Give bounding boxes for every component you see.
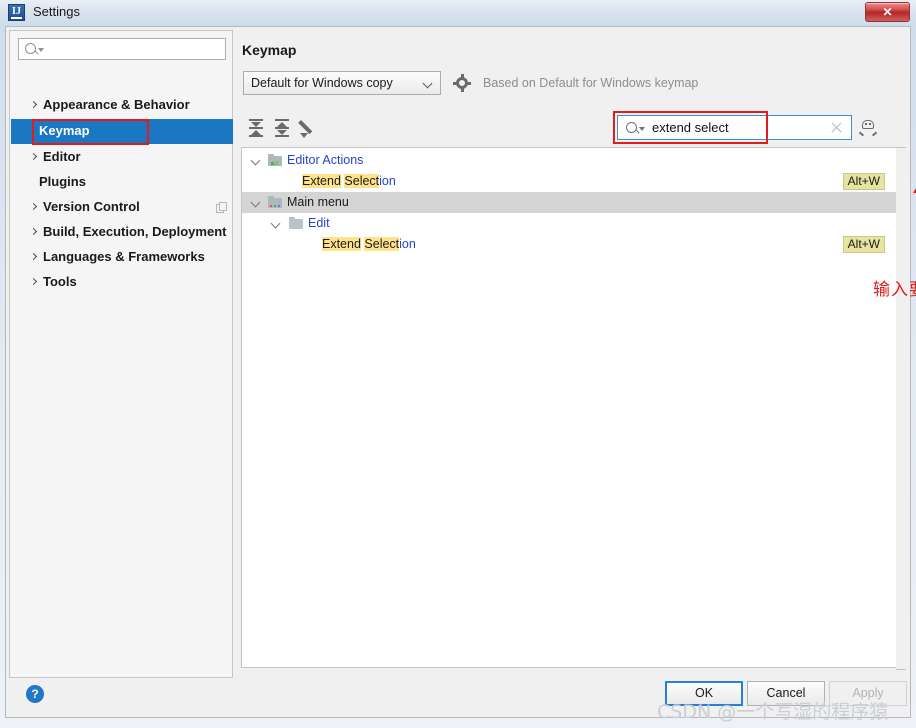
based-on-text: Based on Default for Windows keymap xyxy=(483,76,699,90)
find-by-shortcut-icon[interactable] xyxy=(859,119,877,137)
sidebar-item-appearance-behavior[interactable]: Appearance & Behavior xyxy=(11,93,233,118)
sidebar-search-box[interactable] xyxy=(18,38,226,60)
tree-row[interactable]: Main menu xyxy=(242,192,896,213)
expand-all-icon[interactable] xyxy=(247,119,265,137)
tree-row[interactable]: Extend Selection Alt+W xyxy=(242,234,896,255)
ok-button[interactable]: OK xyxy=(665,681,743,706)
tree-row-label-rest: ion xyxy=(399,237,416,251)
folder-green-icon xyxy=(268,154,282,166)
app-icon-letters: IJ xyxy=(12,6,21,17)
keymap-pane: Keymap Default for Windows copy Based on… xyxy=(237,30,916,678)
sidebar-item-editor[interactable]: Editor xyxy=(11,145,233,170)
dialog-footer: ? OK Cancel Apply xyxy=(6,677,912,717)
match-highlight: Extend xyxy=(322,237,361,251)
match-highlight: Select xyxy=(344,174,380,188)
sidebar-item-build-execution-deployment[interactable]: Build, Execution, Deployment xyxy=(11,220,233,245)
sidebar-item-tools[interactable]: Tools xyxy=(11,270,233,295)
cancel-button[interactable]: Cancel xyxy=(747,681,825,706)
chevron-right-icon xyxy=(29,152,38,161)
app-icon-underbar xyxy=(11,17,22,19)
settings-dialog: Appearance & Behavior Keymap Editor Plug… xyxy=(5,26,916,718)
sidebar-item-label: Version Control xyxy=(43,199,140,214)
chevron-right-icon xyxy=(29,277,38,286)
sidebar-item-label: Appearance & Behavior xyxy=(43,97,190,112)
keymap-search-box[interactable] xyxy=(617,115,852,140)
chevron-down-icon xyxy=(422,78,433,89)
annotation-text: 输入要查找的操作 xyxy=(873,280,916,300)
window-title: Settings xyxy=(33,4,80,19)
keymap-search-input[interactable] xyxy=(650,119,820,136)
tree-row-label: Main menu xyxy=(287,195,349,209)
shortcut-badge: Alt+W xyxy=(842,236,885,253)
sidebar-item-keymap[interactable]: Keymap xyxy=(11,119,233,144)
close-icon[interactable]: ✕ xyxy=(865,2,910,22)
folder-icon xyxy=(289,217,303,229)
sidebar-item-plugins[interactable]: Plugins xyxy=(11,170,233,195)
sidebar-item-label: Languages & Frameworks xyxy=(43,249,205,264)
sidebar-item-label: Plugins xyxy=(39,174,86,189)
chevron-down-icon[interactable] xyxy=(250,155,261,166)
keymap-select-value: Default for Windows copy xyxy=(251,76,393,90)
tree-row-label-rest: ion xyxy=(379,174,396,188)
copy-icon[interactable] xyxy=(216,202,227,213)
tree-row[interactable]: Extend Selection Alt+W xyxy=(242,171,896,192)
sidebar-search-input[interactable] xyxy=(47,41,217,57)
tree-row-label: Extend Selection xyxy=(302,174,396,188)
sidebar-item-version-control[interactable]: Version Control xyxy=(11,195,233,220)
sidebar-item-languages-frameworks[interactable]: Languages & Frameworks xyxy=(11,245,233,270)
sidebar-item-label: Tools xyxy=(43,274,77,289)
sidebar-item-label: Keymap xyxy=(39,123,90,138)
collapse-all-icon[interactable] xyxy=(273,119,291,137)
sidebar-item-label: Editor xyxy=(43,149,81,164)
keymap-toolbar-and-tree: Editor Actions Extend Selection Alt+W xyxy=(239,110,906,670)
settings-window: IJ Settings ✕ Appearance & Behavior Keym… xyxy=(0,0,916,728)
tree-row[interactable]: Editor Actions xyxy=(242,150,896,171)
chevron-right-icon xyxy=(29,252,38,261)
chevron-right-icon xyxy=(29,227,38,236)
chevron-down-icon xyxy=(639,127,645,131)
tree-scrollbar[interactable] xyxy=(896,147,906,670)
chevron-right-icon xyxy=(29,100,38,109)
shortcut-badge: Alt+W xyxy=(842,173,885,190)
apply-button: Apply xyxy=(829,681,907,706)
tree-row-label: Editor Actions xyxy=(287,153,364,167)
chevron-down-icon[interactable] xyxy=(270,218,281,229)
chevron-right-icon xyxy=(29,202,38,211)
help-button[interactable]: ? xyxy=(26,685,44,703)
chevron-down-icon[interactable] xyxy=(250,197,261,208)
settings-sidebar: Appearance & Behavior Keymap Editor Plug… xyxy=(9,30,233,678)
keymap-select[interactable]: Default for Windows copy xyxy=(243,71,441,95)
keymap-tree[interactable]: Editor Actions Extend Selection Alt+W Ma… xyxy=(241,147,896,668)
edit-pencil-icon[interactable] xyxy=(298,118,319,138)
title-bar: IJ Settings ✕ xyxy=(0,0,916,25)
sidebar-item-label: Build, Execution, Deployment xyxy=(43,224,227,239)
match-highlight: Select xyxy=(364,237,400,251)
chevron-down-icon xyxy=(38,48,44,52)
tree-row-label: Extend Selection xyxy=(322,237,416,251)
match-highlight: Extend xyxy=(302,174,341,188)
folder-menu-icon xyxy=(268,196,282,208)
tree-row-label: Edit xyxy=(308,216,330,230)
clear-icon[interactable] xyxy=(830,121,843,134)
intellij-logo-icon: IJ xyxy=(8,4,25,21)
page-title: Keymap xyxy=(242,42,297,58)
tree-row[interactable]: Edit xyxy=(242,213,896,234)
gear-icon[interactable] xyxy=(453,74,471,92)
